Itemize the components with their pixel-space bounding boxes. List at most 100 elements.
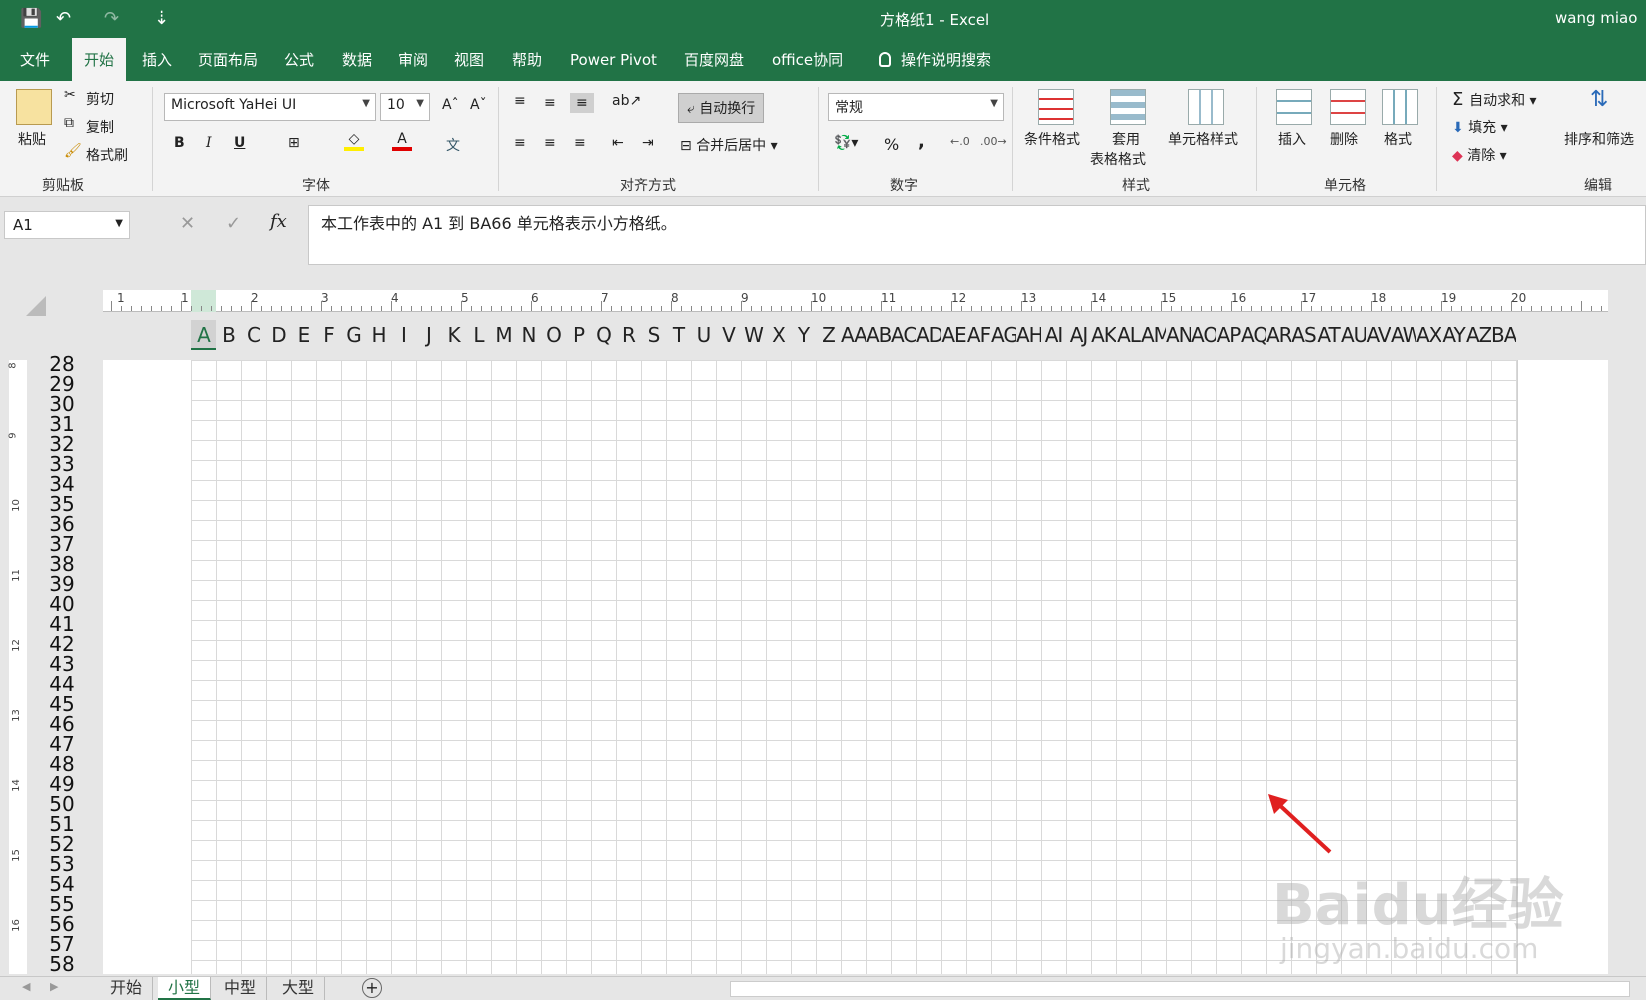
column-header[interactable]: AL bbox=[1116, 320, 1141, 350]
conditional-format-icon[interactable] bbox=[1038, 89, 1074, 125]
row-header[interactable]: 38 bbox=[40, 554, 84, 574]
comma-button[interactable]: , bbox=[918, 131, 925, 152]
format-table-label-1[interactable]: 套用 bbox=[1112, 129, 1140, 149]
sheet-tab[interactable]: 中型 bbox=[214, 977, 268, 1000]
column-header[interactable]: D bbox=[266, 320, 291, 350]
column-header[interactable]: AD bbox=[916, 320, 941, 350]
tab-2[interactable]: 插入 bbox=[130, 38, 184, 81]
column-header[interactable]: AM bbox=[1141, 320, 1166, 350]
column-header[interactable]: U bbox=[691, 320, 716, 350]
conditional-format-button[interactable]: 条件格式 bbox=[1024, 129, 1080, 149]
row-header[interactable]: 44 bbox=[40, 674, 84, 694]
row-header[interactable]: 41 bbox=[40, 614, 84, 634]
cancel-icon[interactable]: ✕ bbox=[180, 213, 195, 234]
row-header[interactable]: 40 bbox=[40, 594, 84, 614]
align-left-icon[interactable]: ≡ bbox=[514, 135, 526, 151]
column-header[interactable]: AS bbox=[1291, 320, 1316, 350]
formula-input[interactable]: 本工作表中的 A1 到 BA66 单元格表示小方格纸。 bbox=[308, 205, 1646, 265]
row-header[interactable]: 39 bbox=[40, 574, 84, 594]
row-header[interactable]: 50 bbox=[40, 794, 84, 814]
delete-cells-icon[interactable] bbox=[1330, 89, 1366, 125]
select-all-corner[interactable] bbox=[26, 296, 46, 316]
font-color-icon[interactable]: A bbox=[392, 131, 412, 151]
row-header[interactable]: 28 bbox=[40, 354, 84, 374]
insert-cells-button[interactable]: 插入 bbox=[1278, 129, 1306, 149]
column-header[interactable]: G bbox=[341, 320, 366, 350]
column-header[interactable]: T bbox=[666, 320, 691, 350]
column-header[interactable]: AY bbox=[1441, 320, 1466, 350]
bold-button[interactable]: B bbox=[174, 135, 185, 151]
column-header[interactable]: X bbox=[766, 320, 791, 350]
increase-indent-icon[interactable]: ⇥ bbox=[642, 135, 654, 151]
tab-8[interactable]: 帮助 bbox=[500, 38, 554, 81]
row-header[interactable]: 31 bbox=[40, 414, 84, 434]
shrink-font-button[interactable]: Aˇ bbox=[470, 97, 487, 113]
column-header[interactable]: AI bbox=[1041, 320, 1066, 350]
format-painter-button[interactable]: 格式刷 bbox=[86, 145, 128, 165]
column-header[interactable]: L bbox=[466, 320, 491, 350]
column-header[interactable]: J bbox=[416, 320, 441, 350]
column-header[interactable]: AC bbox=[891, 320, 916, 350]
scroll-tabs-left-icon[interactable]: ◀ bbox=[22, 980, 30, 993]
cut-icon[interactable]: ✂ bbox=[64, 87, 76, 103]
currency-icon[interactable]: 💱▾ bbox=[834, 135, 858, 151]
format-painter-icon[interactable]: 🖌 bbox=[64, 143, 82, 159]
tab-7[interactable]: 视图 bbox=[442, 38, 496, 81]
align-top-icon[interactable]: ≡ bbox=[514, 93, 526, 109]
grow-font-button[interactable]: Aˆ bbox=[442, 97, 459, 113]
sheet-tab[interactable]: 小型 bbox=[158, 977, 212, 1000]
column-header[interactable]: Q bbox=[591, 320, 616, 350]
row-header[interactable]: 43 bbox=[40, 654, 84, 674]
column-header[interactable]: AV bbox=[1366, 320, 1391, 350]
fill-color-icon[interactable]: ◇ bbox=[344, 131, 364, 151]
align-right-icon[interactable]: ≡ bbox=[574, 135, 586, 151]
column-header[interactable]: O bbox=[541, 320, 566, 350]
tab-9[interactable]: Power Pivot bbox=[558, 38, 669, 81]
format-cells-button[interactable]: 格式 bbox=[1384, 129, 1412, 149]
tab-5[interactable]: 数据 bbox=[330, 38, 384, 81]
tab-10[interactable]: 百度网盘 bbox=[672, 38, 756, 81]
paste-button[interactable]: 粘贴 bbox=[18, 129, 46, 149]
horizontal-scrollbar[interactable] bbox=[730, 981, 1630, 997]
row-header[interactable]: 36 bbox=[40, 514, 84, 534]
column-header[interactable]: AQ bbox=[1241, 320, 1266, 350]
column-header[interactable]: AO bbox=[1191, 320, 1216, 350]
sort-filter-icon[interactable]: ⇅ bbox=[1590, 87, 1608, 112]
row-header[interactable]: 47 bbox=[40, 734, 84, 754]
column-header[interactable]: AN bbox=[1166, 320, 1191, 350]
sort-filter-button[interactable]: 排序和筛选 bbox=[1564, 129, 1634, 149]
format-table-label-2[interactable]: 表格格式 bbox=[1090, 149, 1146, 169]
redo-icon[interactable]: ↷ bbox=[104, 9, 119, 29]
number-format-select[interactable]: 常规 ▼ bbox=[828, 93, 1004, 121]
name-box[interactable]: A1 ▼ bbox=[4, 211, 130, 239]
column-header[interactable]: AE bbox=[941, 320, 966, 350]
row-header[interactable]: 34 bbox=[40, 474, 84, 494]
row-header[interactable]: 52 bbox=[40, 834, 84, 854]
vertical-scrollbar[interactable] bbox=[1612, 360, 1646, 974]
phonetic-icon[interactable]: 文 bbox=[446, 135, 460, 155]
column-header[interactable]: Z bbox=[816, 320, 841, 350]
orientation-icon[interactable]: ab↗ bbox=[612, 93, 641, 109]
row-header[interactable]: 55 bbox=[40, 894, 84, 914]
row-header[interactable]: 56 bbox=[40, 914, 84, 934]
insert-function-icon[interactable]: fx bbox=[270, 211, 287, 232]
scroll-tabs-right-icon[interactable]: ▶ bbox=[50, 980, 58, 993]
column-header[interactable]: S bbox=[641, 320, 666, 350]
column-header[interactable]: AU bbox=[1341, 320, 1366, 350]
column-header[interactable]: M bbox=[491, 320, 516, 350]
customize-icon[interactable]: ⇣ bbox=[154, 9, 169, 29]
row-header[interactable]: 32 bbox=[40, 434, 84, 454]
insert-cells-icon[interactable] bbox=[1276, 89, 1312, 125]
column-header[interactable]: AT bbox=[1316, 320, 1341, 350]
row-header[interactable]: 42 bbox=[40, 634, 84, 654]
percent-button[interactable]: % bbox=[884, 135, 899, 154]
column-header[interactable]: AX bbox=[1416, 320, 1441, 350]
format-table-icon[interactable] bbox=[1110, 89, 1146, 125]
delete-cells-button[interactable]: 删除 bbox=[1330, 129, 1358, 149]
undo-icon[interactable]: ↶ bbox=[56, 9, 71, 29]
row-header[interactable]: 54 bbox=[40, 874, 84, 894]
column-header[interactable]: F bbox=[316, 320, 341, 350]
row-header[interactable]: 30 bbox=[40, 394, 84, 414]
column-header[interactable]: E bbox=[291, 320, 316, 350]
cell-styles-icon[interactable] bbox=[1188, 89, 1224, 125]
